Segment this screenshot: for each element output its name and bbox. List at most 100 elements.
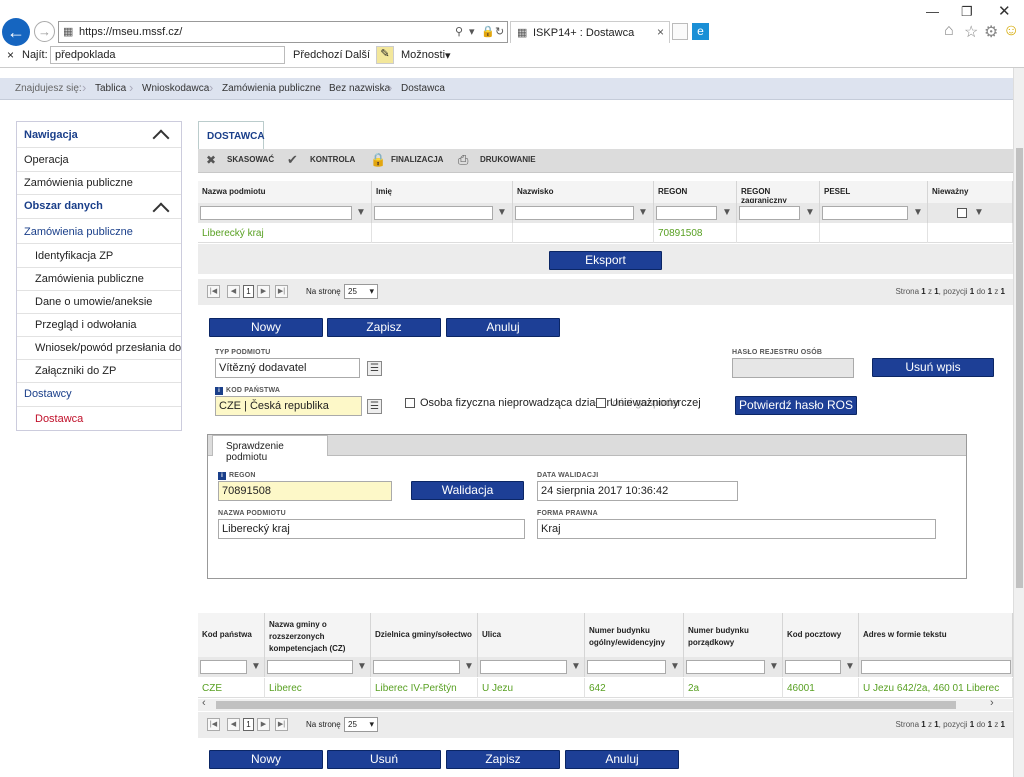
osoba-fizyczna-checkbox[interactable] xyxy=(405,398,415,408)
filter-input[interactable] xyxy=(267,660,353,674)
close-window-icon[interactable]: ✕ xyxy=(998,2,1011,20)
home-icon[interactable]: ⌂ xyxy=(944,22,954,40)
table-cell[interactable] xyxy=(820,223,928,243)
favorites-star-icon[interactable]: ☆ xyxy=(964,22,978,42)
table-cell[interactable] xyxy=(737,223,820,243)
filter-input[interactable] xyxy=(686,660,765,674)
table-cell[interactable]: Liberec xyxy=(265,678,371,698)
filter-input[interactable] xyxy=(861,660,1011,674)
forma-field[interactable]: Kraj xyxy=(537,519,936,539)
new-address-button[interactable]: Nowy xyxy=(209,750,323,769)
filter-funnel-icon[interactable]: ▼ xyxy=(497,207,507,218)
new-button[interactable]: Nowy xyxy=(209,318,323,337)
restore-icon[interactable]: ❐ xyxy=(961,4,973,20)
column-header[interactable]: Nieważny xyxy=(928,181,1013,203)
remove-entry-button[interactable]: Usuń wpis xyxy=(872,358,994,377)
column-header[interactable]: REGON xyxy=(654,181,737,203)
smiley-icon[interactable]: ☺ xyxy=(1003,22,1019,40)
lock-icon[interactable]: 🔒 xyxy=(370,152,386,168)
table-cell[interactable]: 642 xyxy=(585,678,684,698)
refresh-icon[interactable]: ↻ xyxy=(495,25,504,38)
sidebar-item-wniosek[interactable]: Wniosek/powód przesłania do UOKiK xyxy=(17,337,181,360)
column-header[interactable]: Dzielnica gminy/sołectwo xyxy=(371,613,478,657)
table-cell[interactable]: CZE xyxy=(198,678,265,698)
settings-gear-icon[interactable]: ⚙ xyxy=(984,22,998,42)
find-input[interactable]: předpoklada xyxy=(50,46,285,64)
table-cell[interactable]: U Jezu xyxy=(478,678,585,698)
chevron-up-icon[interactable] xyxy=(152,202,170,220)
chevron-up-icon[interactable] xyxy=(152,129,170,147)
cancel-record-button[interactable]: SKASOWAĆ xyxy=(227,155,274,164)
table-cell[interactable]: U Jezu 642/2a, 460 01 Liberec xyxy=(859,678,1013,698)
search-icon[interactable]: ⚲ xyxy=(455,25,463,38)
filter-funnel-icon[interactable]: ▼ xyxy=(913,207,923,218)
first-page-icon[interactable]: |◀ xyxy=(207,285,220,298)
column-header[interactable]: Numer budynku porządkowy xyxy=(684,613,783,657)
column-header[interactable]: Imię xyxy=(372,181,513,203)
close-find-icon[interactable]: × xyxy=(7,48,14,62)
table-cell[interactable] xyxy=(513,223,654,243)
filter-funnel-icon[interactable]: ▼ xyxy=(251,661,261,672)
options-dropdown-icon[interactable]: ▾ xyxy=(445,49,451,62)
next-page-icon[interactable]: ▶ xyxy=(257,718,270,731)
dropdown-icon[interactable]: ▾ xyxy=(469,25,475,38)
highlight-icon[interactable]: ✎ xyxy=(376,46,394,64)
cancel-address-button[interactable]: Anuluj xyxy=(565,750,679,769)
table-cell[interactable] xyxy=(372,223,513,243)
prev-page-icon[interactable]: ◀ xyxy=(227,718,240,731)
haslo-field[interactable] xyxy=(732,358,854,378)
column-header[interactable]: REGON zagraniczny xyxy=(737,181,820,203)
find-prev-button[interactable]: Předchozí xyxy=(293,49,343,61)
table-cell[interactable]: 2a xyxy=(684,678,783,698)
regon-field[interactable]: 70891508 xyxy=(218,481,392,501)
delete-address-button[interactable]: Usuń xyxy=(327,750,441,769)
table-cell[interactable]: Liberecký kraj xyxy=(198,223,372,243)
table-row[interactable]: CZE Liberec Liberec IV-Perštýn U Jezu 64… xyxy=(198,678,1013,698)
column-header[interactable]: Kod państwa xyxy=(198,613,265,657)
tab-sprawdzenie[interactable]: Sprawdzenie podmiotu xyxy=(212,435,328,463)
name-field[interactable]: Liberecký kraj xyxy=(218,519,525,539)
grid2-hscrollbar[interactable]: ‹ › xyxy=(198,697,1013,711)
column-header[interactable]: Nazwa gminy o rozszerzonych kompetencjac… xyxy=(265,613,371,657)
sidebar-item-zalaczniki[interactable]: Załączniki do ZP xyxy=(17,360,181,383)
list-picker-icon[interactable]: ☰ xyxy=(367,361,382,376)
sidebar-item-dostawcy[interactable]: Dostawcy xyxy=(17,383,181,407)
sidebar-item-dostawca-active[interactable]: Dostawca xyxy=(17,408,181,431)
filter-input[interactable] xyxy=(480,660,567,674)
filter-funnel-icon[interactable]: ▼ xyxy=(974,207,984,218)
browser-tab[interactable]: ▦ ISKP14+ : Dostawca × xyxy=(510,21,670,43)
new-tab-icon[interactable] xyxy=(672,23,688,40)
column-header[interactable]: Nazwisko xyxy=(513,181,654,203)
scroll-left-icon[interactable]: ‹ xyxy=(202,697,206,709)
find-next-button[interactable]: Další xyxy=(345,49,370,61)
kod-panstwa-field[interactable]: CZE | Česká republika xyxy=(215,396,362,416)
filter-input[interactable] xyxy=(785,660,841,674)
next-page-icon[interactable]: ▶ xyxy=(257,285,270,298)
minimize-icon[interactable]: — xyxy=(926,4,939,19)
filter-funnel-icon[interactable]: ▼ xyxy=(357,661,367,672)
filter-funnel-icon[interactable]: ▼ xyxy=(670,661,680,672)
filter-funnel-icon[interactable]: ▼ xyxy=(845,661,855,672)
filter-funnel-icon[interactable]: ▼ xyxy=(638,207,648,218)
table-cell[interactable] xyxy=(928,223,1013,243)
printer-icon[interactable]: ⎙ xyxy=(458,152,468,168)
filter-funnel-icon[interactable]: ▼ xyxy=(356,207,366,218)
column-header[interactable]: Numer budynku ogólny/ewidencyjny xyxy=(585,613,684,657)
save-button[interactable]: Zapisz xyxy=(327,318,441,337)
filter-funnel-icon[interactable]: ▼ xyxy=(769,661,779,672)
forward-arrow-icon[interactable]: → xyxy=(34,21,55,42)
sidebar-item-dane-umowie[interactable]: Dane o umowie/aneksie xyxy=(17,291,181,314)
filter-funnel-icon[interactable]: ▼ xyxy=(722,207,732,218)
check-button[interactable]: KONTROLA xyxy=(310,155,355,164)
filter-input[interactable] xyxy=(200,206,352,220)
filter-input[interactable] xyxy=(587,660,666,674)
niewazny-checkbox[interactable] xyxy=(596,398,606,408)
column-header[interactable]: PESEL xyxy=(820,181,928,203)
breadcrumb-item[interactable]: Zamówienia publiczne xyxy=(222,83,321,94)
filter-funnel-icon[interactable]: ▼ xyxy=(805,207,815,218)
sidebar-item-operacja[interactable]: Operacja xyxy=(17,149,181,172)
date-field[interactable]: 24 sierpnia 2017 10:36:42 xyxy=(537,481,738,501)
back-arrow-icon[interactable]: ← xyxy=(2,18,30,46)
hscroll-thumb[interactable] xyxy=(216,701,956,709)
scroll-right-icon[interactable]: › xyxy=(990,697,994,709)
